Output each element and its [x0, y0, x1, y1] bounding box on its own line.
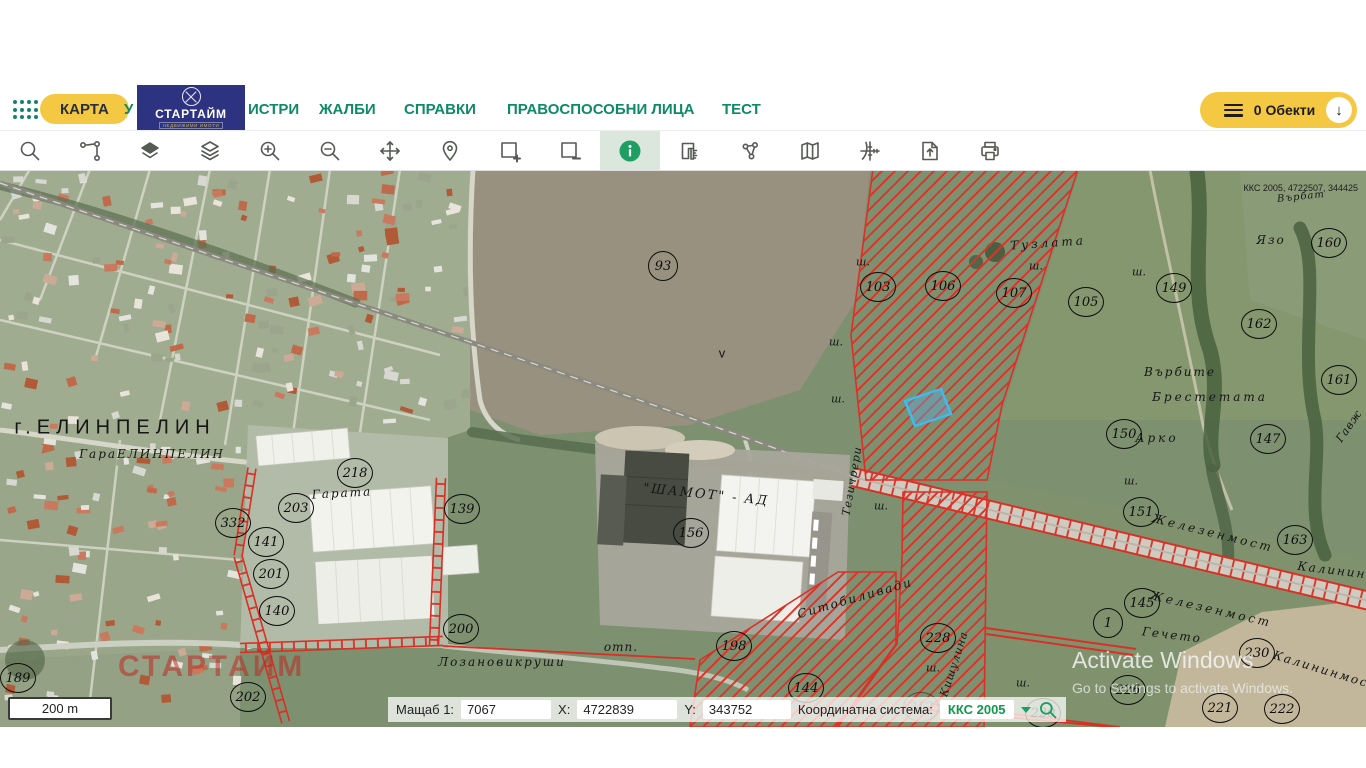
parcel-marker[interactable]: 141 — [248, 527, 284, 557]
header-bar: КАРТА У ИСТРИ ЖАЛБИ СПРАВКИ ПРАВОСПОСОБН… — [0, 92, 1366, 129]
map-label: Язо — [1256, 233, 1285, 247]
map-label: ш. — [874, 500, 888, 513]
activate-windows-overlay: Activate Windows Go to Settings to activ… — [1072, 647, 1293, 696]
map-label: г.ЕЛИНПЕЛИН — [14, 417, 215, 440]
parcel-marker[interactable]: 93 — [648, 251, 678, 281]
objects-count-label: 0 Обекти — [1243, 102, 1326, 118]
activate-windows-line2: Go to Settings to activate Windows. — [1072, 680, 1293, 696]
zoom-rect-out-icon[interactable] — [540, 131, 600, 170]
map-label: Арко — [1135, 431, 1178, 445]
map-label: ш. — [831, 393, 845, 406]
menu-item-zhalbi[interactable]: ЖАЛБИ — [319, 101, 376, 118]
parcel-marker[interactable]: 203 — [278, 493, 314, 523]
activate-windows-line1: Activate Windows — [1072, 647, 1293, 674]
logo-subtitle: НЕДВИЖИМИ ИМОТИ — [159, 122, 224, 129]
parcel-marker[interactable]: 147 — [1250, 424, 1286, 454]
crs-label: Координатна система: — [798, 702, 933, 717]
parcel-marker[interactable]: 189 — [0, 663, 36, 693]
scale-input[interactable] — [461, 700, 551, 719]
y-label: Y: — [684, 702, 696, 717]
map-statusbar: Мащаб 1: X: Y: Координатна система: ККС … — [388, 697, 1066, 722]
hamburger-icon — [1224, 104, 1243, 117]
network-select-icon[interactable] — [60, 131, 120, 170]
map-tab-button[interactable]: КАРТА — [40, 94, 129, 124]
x-label: X: — [558, 702, 570, 717]
map-label: ш. — [926, 662, 940, 675]
parcel-marker[interactable]: 162 — [1241, 309, 1277, 339]
parcel-marker[interactable]: 140 — [259, 596, 295, 626]
menu-item-registri[interactable]: ИСТРИ — [248, 101, 299, 118]
collapse-arrow-icon[interactable]: ↓ — [1326, 97, 1352, 123]
crs-select[interactable]: ККС 2005 — [940, 700, 1014, 719]
map-label: ш. — [1124, 475, 1138, 488]
pan-icon[interactable] — [360, 131, 420, 170]
map-label: Върбите — [1144, 365, 1216, 379]
menu-item-uslugi[interactable]: У — [124, 101, 133, 118]
coordinate-grid-icon[interactable] — [840, 131, 900, 170]
logo-emblem-icon — [182, 87, 201, 106]
export-icon[interactable] — [900, 131, 960, 170]
print-icon[interactable] — [960, 131, 1020, 170]
parcel-marker[interactable]: 149 — [1156, 273, 1192, 303]
search-icon[interactable] — [0, 131, 60, 170]
measure-area-icon[interactable] — [720, 131, 780, 170]
map-label: ш. — [856, 256, 870, 269]
parcel-marker[interactable]: 218 — [337, 458, 373, 488]
parcel-marker[interactable]: 163 — [1277, 525, 1313, 555]
parcel-marker[interactable]: 332 — [215, 508, 251, 538]
info-tool-icon[interactable] — [600, 131, 660, 170]
map-label: ГараЕЛИНПЕЛИН — [79, 447, 225, 461]
parcel-marker[interactable]: 156 — [673, 518, 709, 548]
zoom-out-icon[interactable] — [300, 131, 360, 170]
parcel-marker[interactable]: 106 — [925, 271, 961, 301]
map-label: ш. — [1016, 677, 1030, 690]
parcel-marker[interactable]: 222 — [1264, 694, 1300, 724]
parcel-marker[interactable]: 221 — [1202, 693, 1238, 723]
zoom-in-icon[interactable] — [240, 131, 300, 170]
apps-grid-icon[interactable] — [13, 100, 39, 121]
goto-coordinates-search-icon[interactable] — [1038, 700, 1058, 720]
menu-item-pravosposobni-litsa[interactable]: ПРАВОСПОСОБНИ ЛИЦА — [507, 101, 695, 118]
parcel-marker[interactable]: 107 — [996, 278, 1032, 308]
parcel-marker[interactable]: 139 — [444, 494, 480, 524]
parcel-marker[interactable]: 161 — [1321, 365, 1357, 395]
map-label: ш. — [1132, 266, 1146, 279]
zoom-rect-in-icon[interactable] — [480, 131, 540, 170]
map-label: Лозановикруши — [438, 655, 566, 669]
parcel-marker[interactable]: 198 — [716, 631, 752, 661]
y-coordinate-input[interactable] — [703, 700, 791, 719]
parcel-marker[interactable]: 105 — [1068, 287, 1104, 317]
map-label: Брестетата — [1152, 390, 1268, 404]
objects-panel-button[interactable]: 0 Обекти ↓ — [1200, 92, 1357, 128]
x-coordinate-input[interactable] — [577, 700, 677, 719]
startime-logo[interactable]: СТАРТАЙМ НЕДВИЖИМИ ИМОТИ — [137, 85, 245, 131]
map-toolbar — [0, 130, 1366, 171]
cadastre-map-app: { "header": { "map_button": "КАРТА", "me… — [0, 0, 1366, 768]
measure-scale-icon[interactable] — [660, 131, 720, 170]
logo-title: СТАРТАЙМ — [155, 107, 227, 121]
parcel-marker[interactable]: 160 — [1311, 228, 1347, 258]
map-sheet-icon[interactable] — [780, 131, 840, 170]
parcel-marker[interactable]: 202 — [230, 682, 266, 712]
scale-bar: 200 m — [8, 697, 112, 720]
parcel-marker[interactable]: 1 — [1093, 608, 1123, 638]
parcel-marker[interactable]: 200 — [443, 614, 479, 644]
menu-item-test[interactable]: ТЕСТ — [722, 101, 761, 118]
layers-filled-icon[interactable] — [120, 131, 180, 170]
map-label: ш. — [1029, 260, 1043, 273]
parcel-marker[interactable]: 201 — [253, 559, 289, 589]
map-label: v — [719, 346, 726, 361]
location-pin-icon[interactable] — [420, 131, 480, 170]
parcel-marker[interactable]: 228 — [920, 623, 956, 653]
parcel-marker[interactable]: 103 — [860, 272, 896, 302]
crs-dropdown-caret-icon[interactable] — [1021, 707, 1031, 713]
menu-item-spravki[interactable]: СПРАВКИ — [404, 101, 476, 118]
startime-watermark: СТАРТАЙМ — [118, 650, 305, 684]
map-label: ш. — [829, 336, 843, 349]
scale-label: Мащаб 1: — [396, 702, 454, 717]
map-label: отп. — [604, 640, 638, 654]
map-viewport[interactable]: ККС 2005, 4722507, 344425 93103106107105… — [0, 169, 1366, 727]
layers-outline-icon[interactable] — [180, 131, 240, 170]
